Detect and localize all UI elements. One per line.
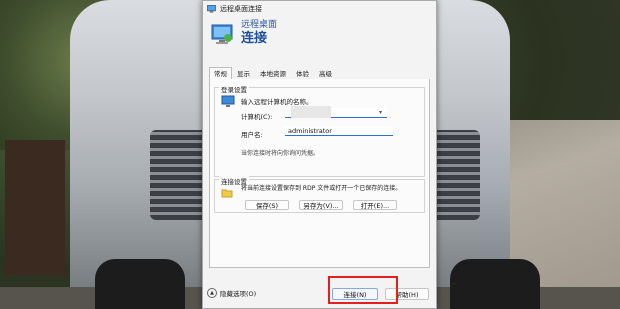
open-button[interactable]: 打开(E)... (353, 200, 397, 210)
window-title: 远程桌面连接 (220, 5, 262, 13)
login-settings-group: 登录设置 输入远程计算机的名称。 计算机(C): ▾ 用户名: administ… (214, 84, 425, 177)
connection-description: 将当前连接设置保存到 RDP 文件或打开一个已保存的连接。 (241, 185, 402, 192)
computer-name-hint: 输入远程计算机的名称。 (241, 98, 313, 106)
banner: 远程桌面 连接 (203, 17, 436, 57)
remote-desktop-monitor-icon (211, 24, 233, 44)
connect-button-highlight (328, 276, 398, 304)
dialog-footer: ▲ 隐藏选项(O) 连接(N) 帮助(H) (203, 278, 436, 308)
username-input[interactable]: administrator (285, 126, 393, 136)
chevron-down-icon[interactable]: ▾ (379, 109, 387, 117)
wheel (95, 259, 185, 309)
hide-options-label: 隐藏选项(O) (220, 290, 257, 298)
folder-icon (221, 189, 233, 198)
remote-desktop-dialog: 远程桌面连接 远程桌面 连接 常规 显示 本地资源 体验 高级 登录设置 输入远… (202, 0, 437, 309)
username-label: 用户名: (241, 131, 263, 139)
redacted-computer-name (291, 106, 331, 118)
banner-subtitle: 远程桌面 (241, 20, 278, 30)
title-bar[interactable]: 远程桌面连接 (203, 1, 436, 17)
save-as-button[interactable]: 另存为(V)... (299, 200, 343, 210)
connection-settings-group: 连接设置 将当前连接设置保存到 RDP 文件或打开一个已保存的连接。 保存(S)… (214, 176, 425, 213)
credentials-note: 当你连接时将向你询问凭据。 (241, 150, 320, 157)
chevron-up-icon: ▲ (207, 288, 217, 298)
pillar (5, 140, 65, 275)
login-settings-title: 登录设置 (219, 84, 249, 94)
wheel (450, 259, 540, 309)
remote-desktop-app-icon (207, 5, 216, 13)
banner-title: 连接 (241, 31, 268, 46)
save-button[interactable]: 保存(S) (245, 200, 289, 210)
general-panel: 登录设置 输入远程计算机的名称。 计算机(C): ▾ 用户名: administ… (209, 79, 430, 268)
computer-icon (221, 95, 235, 107)
hide-options-toggle[interactable]: ▲ 隐藏选项(O) (207, 288, 256, 298)
computer-label: 计算机(C): (241, 113, 273, 121)
